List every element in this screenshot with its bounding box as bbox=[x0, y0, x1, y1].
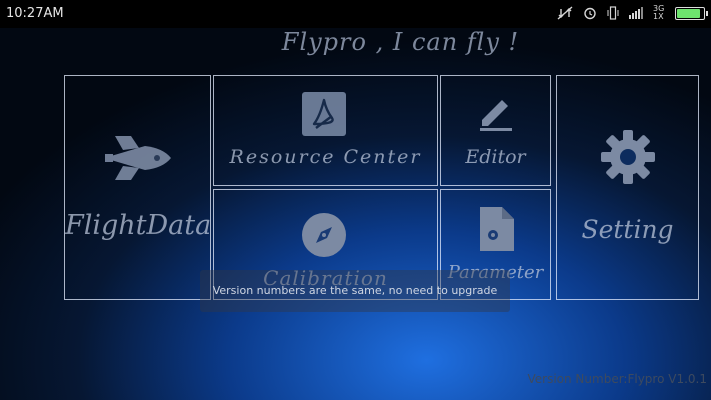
tile-resource-center-label: Resource Center bbox=[229, 146, 422, 168]
signal-icon bbox=[629, 7, 643, 19]
gear-icon bbox=[601, 130, 655, 184]
compass-icon bbox=[302, 213, 346, 257]
tile-editor[interactable]: Editor bbox=[440, 75, 551, 186]
tile-setting[interactable]: Setting bbox=[556, 75, 699, 300]
app-slogan: Flypro , I can fly ! bbox=[281, 28, 520, 56]
alarm-icon bbox=[584, 7, 596, 20]
status-bar: 10:27AM 3G 1X bbox=[0, 0, 711, 28]
status-time: 10:27AM bbox=[6, 6, 64, 21]
toast-message: Version numbers are the same, no need to… bbox=[212, 284, 498, 297]
battery-level bbox=[677, 8, 700, 18]
upgrade-toast: Version numbers are the same, no need to… bbox=[200, 270, 510, 312]
file-settings-icon bbox=[480, 207, 514, 251]
battery-icon bbox=[675, 6, 708, 20]
space-shuttle-icon bbox=[105, 136, 171, 180]
tile-editor-label: Editor bbox=[465, 146, 526, 168]
version-number: Version Number:Flypro V1.0.1 bbox=[527, 372, 707, 386]
network-type-label: 3G 1X bbox=[653, 4, 665, 21]
pencil-icon bbox=[480, 100, 512, 131]
vibrate-icon bbox=[607, 6, 619, 20]
tile-flightdata-label: FlightData bbox=[65, 210, 212, 241]
tile-setting-label: Setting bbox=[581, 215, 674, 244]
no-data-icon bbox=[557, 6, 573, 20]
tile-flightdata[interactable]: FlightData bbox=[64, 75, 211, 300]
pdf-icon bbox=[302, 92, 346, 136]
status-icons: 3G 1X bbox=[557, 4, 708, 21]
tile-resource-center[interactable]: Resource Center bbox=[213, 75, 438, 186]
